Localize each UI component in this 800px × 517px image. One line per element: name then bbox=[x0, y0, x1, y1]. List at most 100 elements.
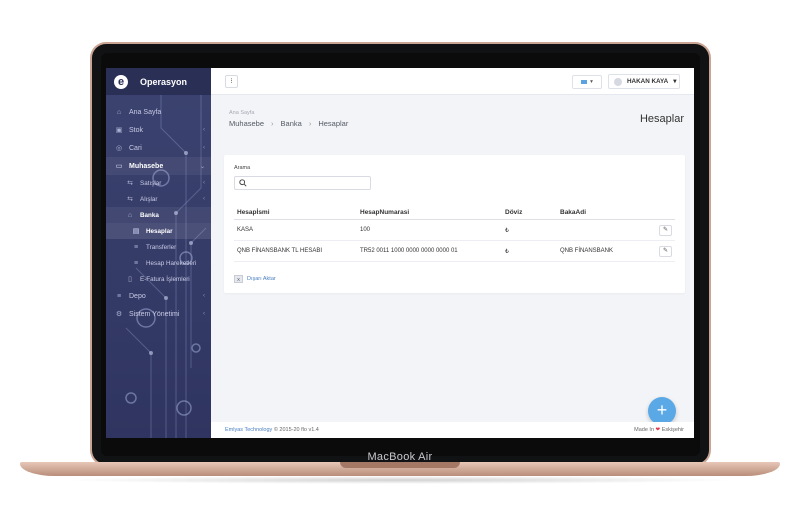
cell-account-name: KASA bbox=[237, 227, 254, 233]
edit-button[interactable]: ✎ bbox=[659, 224, 672, 236]
breadcrumb: Muhasebe › Banka › Hesaplar bbox=[229, 119, 348, 128]
city-text: Eskişehir bbox=[661, 427, 684, 433]
sidebar-item-e-fatura[interactable]: ▯ E-Fatura İşlemleri bbox=[106, 271, 211, 287]
page-title: Hesaplar bbox=[639, 113, 684, 125]
sidebar-item-label: Depo bbox=[129, 292, 146, 300]
sidebar-item-satislar[interactable]: ⇆ Satışlar ‹ bbox=[106, 175, 211, 191]
laptop-notch bbox=[340, 462, 460, 468]
cell-actions: ✎ bbox=[655, 224, 675, 236]
avatar bbox=[614, 77, 622, 86]
sidebar: e Operasyon ⌂ Ana Sayfa ▣ Stok ‹ ◎ Cari … bbox=[106, 68, 211, 438]
user-circle-icon: ◎ bbox=[115, 145, 123, 152]
cell-account-number: 100 bbox=[360, 227, 371, 233]
sidebar-item-hesap-hareketleri[interactable]: ≡ Hesap Hareketleri bbox=[106, 255, 211, 271]
chevron-left-icon: ‹ bbox=[203, 293, 205, 299]
company-link[interactable]: Emlyas Technology bbox=[225, 427, 272, 433]
sidebar-item-muhasebe[interactable]: ▭ Muhasebe ⌄ bbox=[106, 157, 211, 175]
sidebar-item-sistem-yonetimi[interactable]: ⚙ Sistem Yönetimi ‹ bbox=[106, 305, 211, 323]
caret-down-icon: ▾ bbox=[673, 78, 677, 85]
cell-currency: ₺ bbox=[505, 248, 509, 255]
sidebar-nav: ⌂ Ana Sayfa ▣ Stok ‹ ◎ Cari ‹ ▭ Muhasebe… bbox=[106, 95, 211, 323]
arrow-icon: ⇆ bbox=[127, 180, 133, 187]
made-in-text: Made In bbox=[634, 427, 655, 433]
sidebar-item-label: Ana Sayfa bbox=[129, 108, 162, 116]
search-input[interactable] bbox=[234, 176, 371, 190]
list-icon: ≡ bbox=[133, 243, 139, 251]
breadcrumb-item: Hesaplar bbox=[318, 119, 349, 128]
add-button[interactable]: + bbox=[648, 397, 676, 425]
cell-actions: ✎ bbox=[655, 245, 675, 257]
home-icon: ⌂ bbox=[116, 108, 122, 116]
edit-icon: ✎ bbox=[662, 247, 669, 254]
card-icon: ▤ bbox=[132, 228, 140, 235]
chevron-left-icon: ‹ bbox=[203, 145, 205, 151]
language-dropdown[interactable]: ▾ bbox=[572, 75, 602, 89]
sidebar-item-stok[interactable]: ▣ Stok ‹ bbox=[106, 121, 211, 139]
laptop-shadow bbox=[60, 476, 740, 484]
search-label: Arama bbox=[234, 165, 251, 171]
user-name: HAKAN KAYA bbox=[627, 78, 669, 85]
money-icon: ▭ bbox=[115, 163, 123, 170]
chevron-left-icon: ‹ bbox=[203, 127, 205, 133]
column-header[interactable]: HesapNumarasi bbox=[360, 209, 505, 216]
brand-logo-icon: e bbox=[114, 74, 128, 89]
sidebar-item-banka[interactable]: ⌂ Banka bbox=[106, 207, 211, 223]
table-header: Hesapİsmi HesapNumarasi Döviz BakaAdi bbox=[234, 206, 675, 220]
sidebar-item-ana-sayfa[interactable]: ⌂ Ana Sayfa bbox=[106, 103, 211, 121]
cell-currency: ₺ bbox=[505, 227, 509, 234]
breadcrumb-item[interactable]: Banka bbox=[281, 119, 302, 128]
column-header[interactable]: Hesapİsmi bbox=[234, 209, 360, 216]
sidebar-item-cari[interactable]: ◎ Cari ‹ bbox=[106, 139, 211, 157]
sidebar-item-hesaplar[interactable]: ▤ Hesaplar bbox=[106, 223, 211, 239]
chevron-left-icon: ‹ bbox=[203, 196, 205, 202]
cell-account-name: QNB FİNANSBANK TL HESABI bbox=[237, 248, 323, 254]
menu-toggle-button[interactable]: ⁝ bbox=[225, 75, 238, 88]
sidebar-item-label: Satışlar bbox=[140, 179, 162, 187]
arrow-icon: ⇆ bbox=[127, 196, 133, 203]
breadcrumb-item[interactable]: Muhasebe bbox=[229, 119, 264, 128]
edit-icon: ✎ bbox=[662, 226, 669, 233]
brand-header[interactable]: e Operasyon bbox=[106, 68, 211, 95]
excel-icon: X bbox=[234, 275, 243, 283]
export-label: Dışarı Aktar bbox=[247, 276, 276, 282]
list-icon: ≡ bbox=[133, 259, 139, 267]
document-icon: ▯ bbox=[128, 276, 132, 283]
table-row[interactable]: KASA 100 ₺ ✎ bbox=[234, 220, 675, 241]
chevron-left-icon: ‹ bbox=[203, 180, 205, 186]
sidebar-item-depo[interactable]: ≡ Depo ‹ bbox=[106, 287, 211, 305]
sidebar-item-label: Stok bbox=[129, 126, 144, 134]
cell-account-number: TR52 0011 1000 0000 0000 0000 01 bbox=[360, 248, 458, 254]
search-icon bbox=[239, 179, 247, 187]
edit-button[interactable]: ✎ bbox=[659, 245, 672, 257]
footer-made-in: Made In ❤ Eskişehir bbox=[634, 427, 684, 433]
sidebar-item-alislar[interactable]: ⇆ Alışlar ‹ bbox=[106, 191, 211, 207]
sidebar-item-transferler[interactable]: ≡ Transferler bbox=[106, 239, 211, 255]
footer-copyright: Emlyas Technology © 2015-20 flo v1.4 bbox=[225, 427, 319, 433]
app-screen: e Operasyon ⌂ Ana Sayfa ▣ Stok ‹ ◎ Cari … bbox=[106, 68, 694, 438]
sidebar-item-label: Cari bbox=[129, 144, 142, 152]
user-menu-button[interactable]: HAKAN KAYA ▾ bbox=[608, 74, 680, 89]
chevron-right-icon: › bbox=[308, 119, 312, 128]
copyright-text: © 2015-20 flo v1.4 bbox=[273, 427, 319, 433]
breadcrumb-home[interactable]: Ana Sayfa bbox=[229, 110, 254, 116]
brand-title: Operasyon bbox=[140, 76, 188, 87]
gear-icon: ⚙ bbox=[115, 311, 123, 318]
caret-down-icon: ▾ bbox=[590, 79, 593, 85]
accounts-card: Arama Hesapİsmi HesapNumarasi Döviz Baka… bbox=[224, 155, 685, 293]
sidebar-item-label: Muhasebe bbox=[129, 162, 164, 170]
column-header[interactable]: Döviz bbox=[505, 209, 560, 216]
list-icon: ≡ bbox=[116, 292, 122, 300]
export-link[interactable]: X Dışarı Aktar bbox=[234, 275, 276, 283]
chevron-down-icon: ⌄ bbox=[199, 163, 205, 170]
footer: Emlyas Technology © 2015-20 flo v1.4 Mad… bbox=[211, 422, 694, 438]
sidebar-item-label: Hesaplar bbox=[146, 227, 173, 235]
laptop-mockup: e Operasyon ⌂ Ana Sayfa ▣ Stok ‹ ◎ Cari … bbox=[0, 0, 800, 517]
sidebar-item-label: Alışlar bbox=[140, 195, 158, 203]
bank-icon: ⌂ bbox=[127, 211, 133, 219]
chevron-right-icon: › bbox=[271, 119, 274, 128]
table-row[interactable]: QNB FİNANSBANK TL HESABI TR52 0011 1000 … bbox=[234, 241, 675, 262]
sidebar-item-label: E-Fatura İşlemleri bbox=[140, 275, 190, 283]
sidebar-item-label: Banka bbox=[140, 211, 159, 219]
topbar: ⁝ ▾ HAKAN KAYA ▾ bbox=[211, 68, 694, 95]
column-header[interactable]: BakaAdi bbox=[560, 209, 655, 216]
